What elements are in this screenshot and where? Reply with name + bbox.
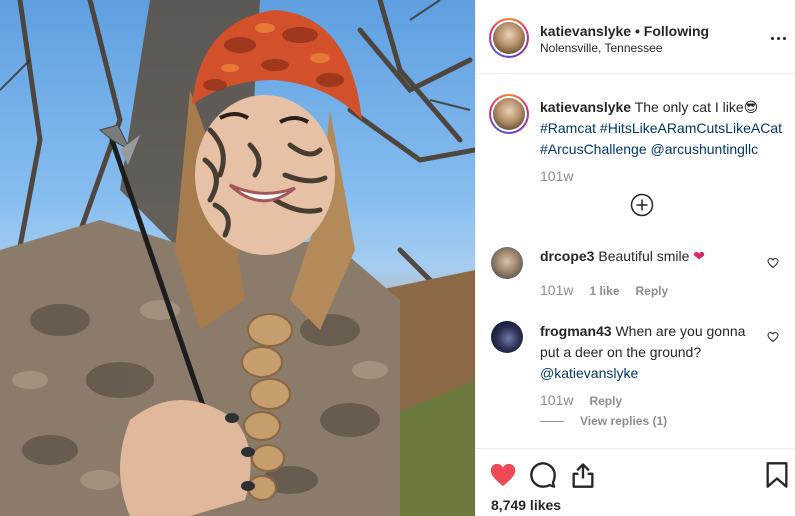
view-replies-label: View replies (1) — [580, 414, 668, 428]
replies-divider — [540, 420, 564, 422]
reply-button[interactable]: Reply — [589, 394, 622, 408]
caption-avatar[interactable] — [489, 94, 529, 134]
plus-circle-icon[interactable] — [630, 193, 654, 217]
comment-time[interactable]: 101w — [540, 282, 573, 298]
caption-text: katievanslyke The only cat I like😎 #Ramc… — [540, 97, 785, 160]
comment-username[interactable]: drcope3 — [540, 248, 594, 264]
bookmark-icon[interactable] — [763, 461, 791, 489]
red-heart-emoji-icon: ❤ — [693, 248, 706, 264]
comment-frogman43: frogman43 When are you gonna put a deer … — [540, 321, 760, 384]
hashtag-hits-like-a-ram[interactable]: #HitsLikeARamCutsLikeACat — [600, 120, 782, 136]
heart-filled-icon[interactable] — [489, 461, 517, 489]
comment-meta: 101w 1 like Reply — [540, 282, 668, 298]
comment-time[interactable]: 101w — [540, 392, 573, 408]
sunglasses-emoji-icon: 😎 — [743, 99, 759, 115]
comment-meta: 101w Reply — [540, 392, 622, 408]
post-photo[interactable] — [0, 0, 475, 516]
comment-username[interactable]: frogman43 — [540, 323, 612, 339]
post-header: katievanslyke • Following Nolensville, T… — [476, 0, 795, 74]
comment-likes[interactable]: 1 like — [589, 284, 619, 298]
comment-avatar-drcope3[interactable] — [491, 247, 523, 279]
caption-body: The only cat I like — [634, 99, 744, 115]
comment-body: Beautiful smile — [598, 248, 690, 264]
mention-katievanslyke[interactable]: @katievanslyke — [540, 365, 638, 381]
caption-username[interactable]: katievanslyke — [540, 99, 631, 115]
likes-count[interactable]: 8,749 likes — [491, 497, 561, 513]
author-avatar[interactable] — [489, 18, 529, 58]
separator-dot: • — [634, 23, 640, 39]
photo-artwork — [0, 0, 475, 516]
post-actions-bar: 8,749 likes — [476, 448, 795, 516]
comment-drcope3: drcope3 Beautiful smile ❤ — [540, 246, 760, 267]
author-username[interactable]: katievanslyke — [540, 23, 631, 39]
more-options-icon[interactable] — [768, 28, 788, 48]
heart-outline-icon[interactable] — [767, 331, 779, 343]
view-replies-button[interactable]: View replies (1) — [540, 414, 667, 428]
caption-time[interactable]: 101w — [540, 168, 573, 184]
following-button[interactable]: Following — [644, 23, 709, 39]
reply-button[interactable]: Reply — [636, 284, 669, 298]
heart-outline-icon[interactable] — [767, 257, 779, 269]
speech-bubble-icon[interactable] — [529, 461, 557, 489]
post-side-panel: katievanslyke • Following Nolensville, T… — [475, 0, 795, 516]
hashtag-ramcat[interactable]: #Ramcat — [540, 120, 596, 136]
comment-avatar-frogman43[interactable] — [491, 321, 523, 353]
post-location[interactable]: Nolensville, Tennessee — [540, 41, 663, 55]
mention-arcushuntingllc[interactable]: @arcushuntingllc — [651, 141, 759, 157]
author-header: katievanslyke • Following — [540, 23, 709, 39]
hashtag-arcus-challenge[interactable]: #ArcusChallenge — [540, 141, 647, 157]
share-upload-icon[interactable] — [569, 461, 597, 489]
